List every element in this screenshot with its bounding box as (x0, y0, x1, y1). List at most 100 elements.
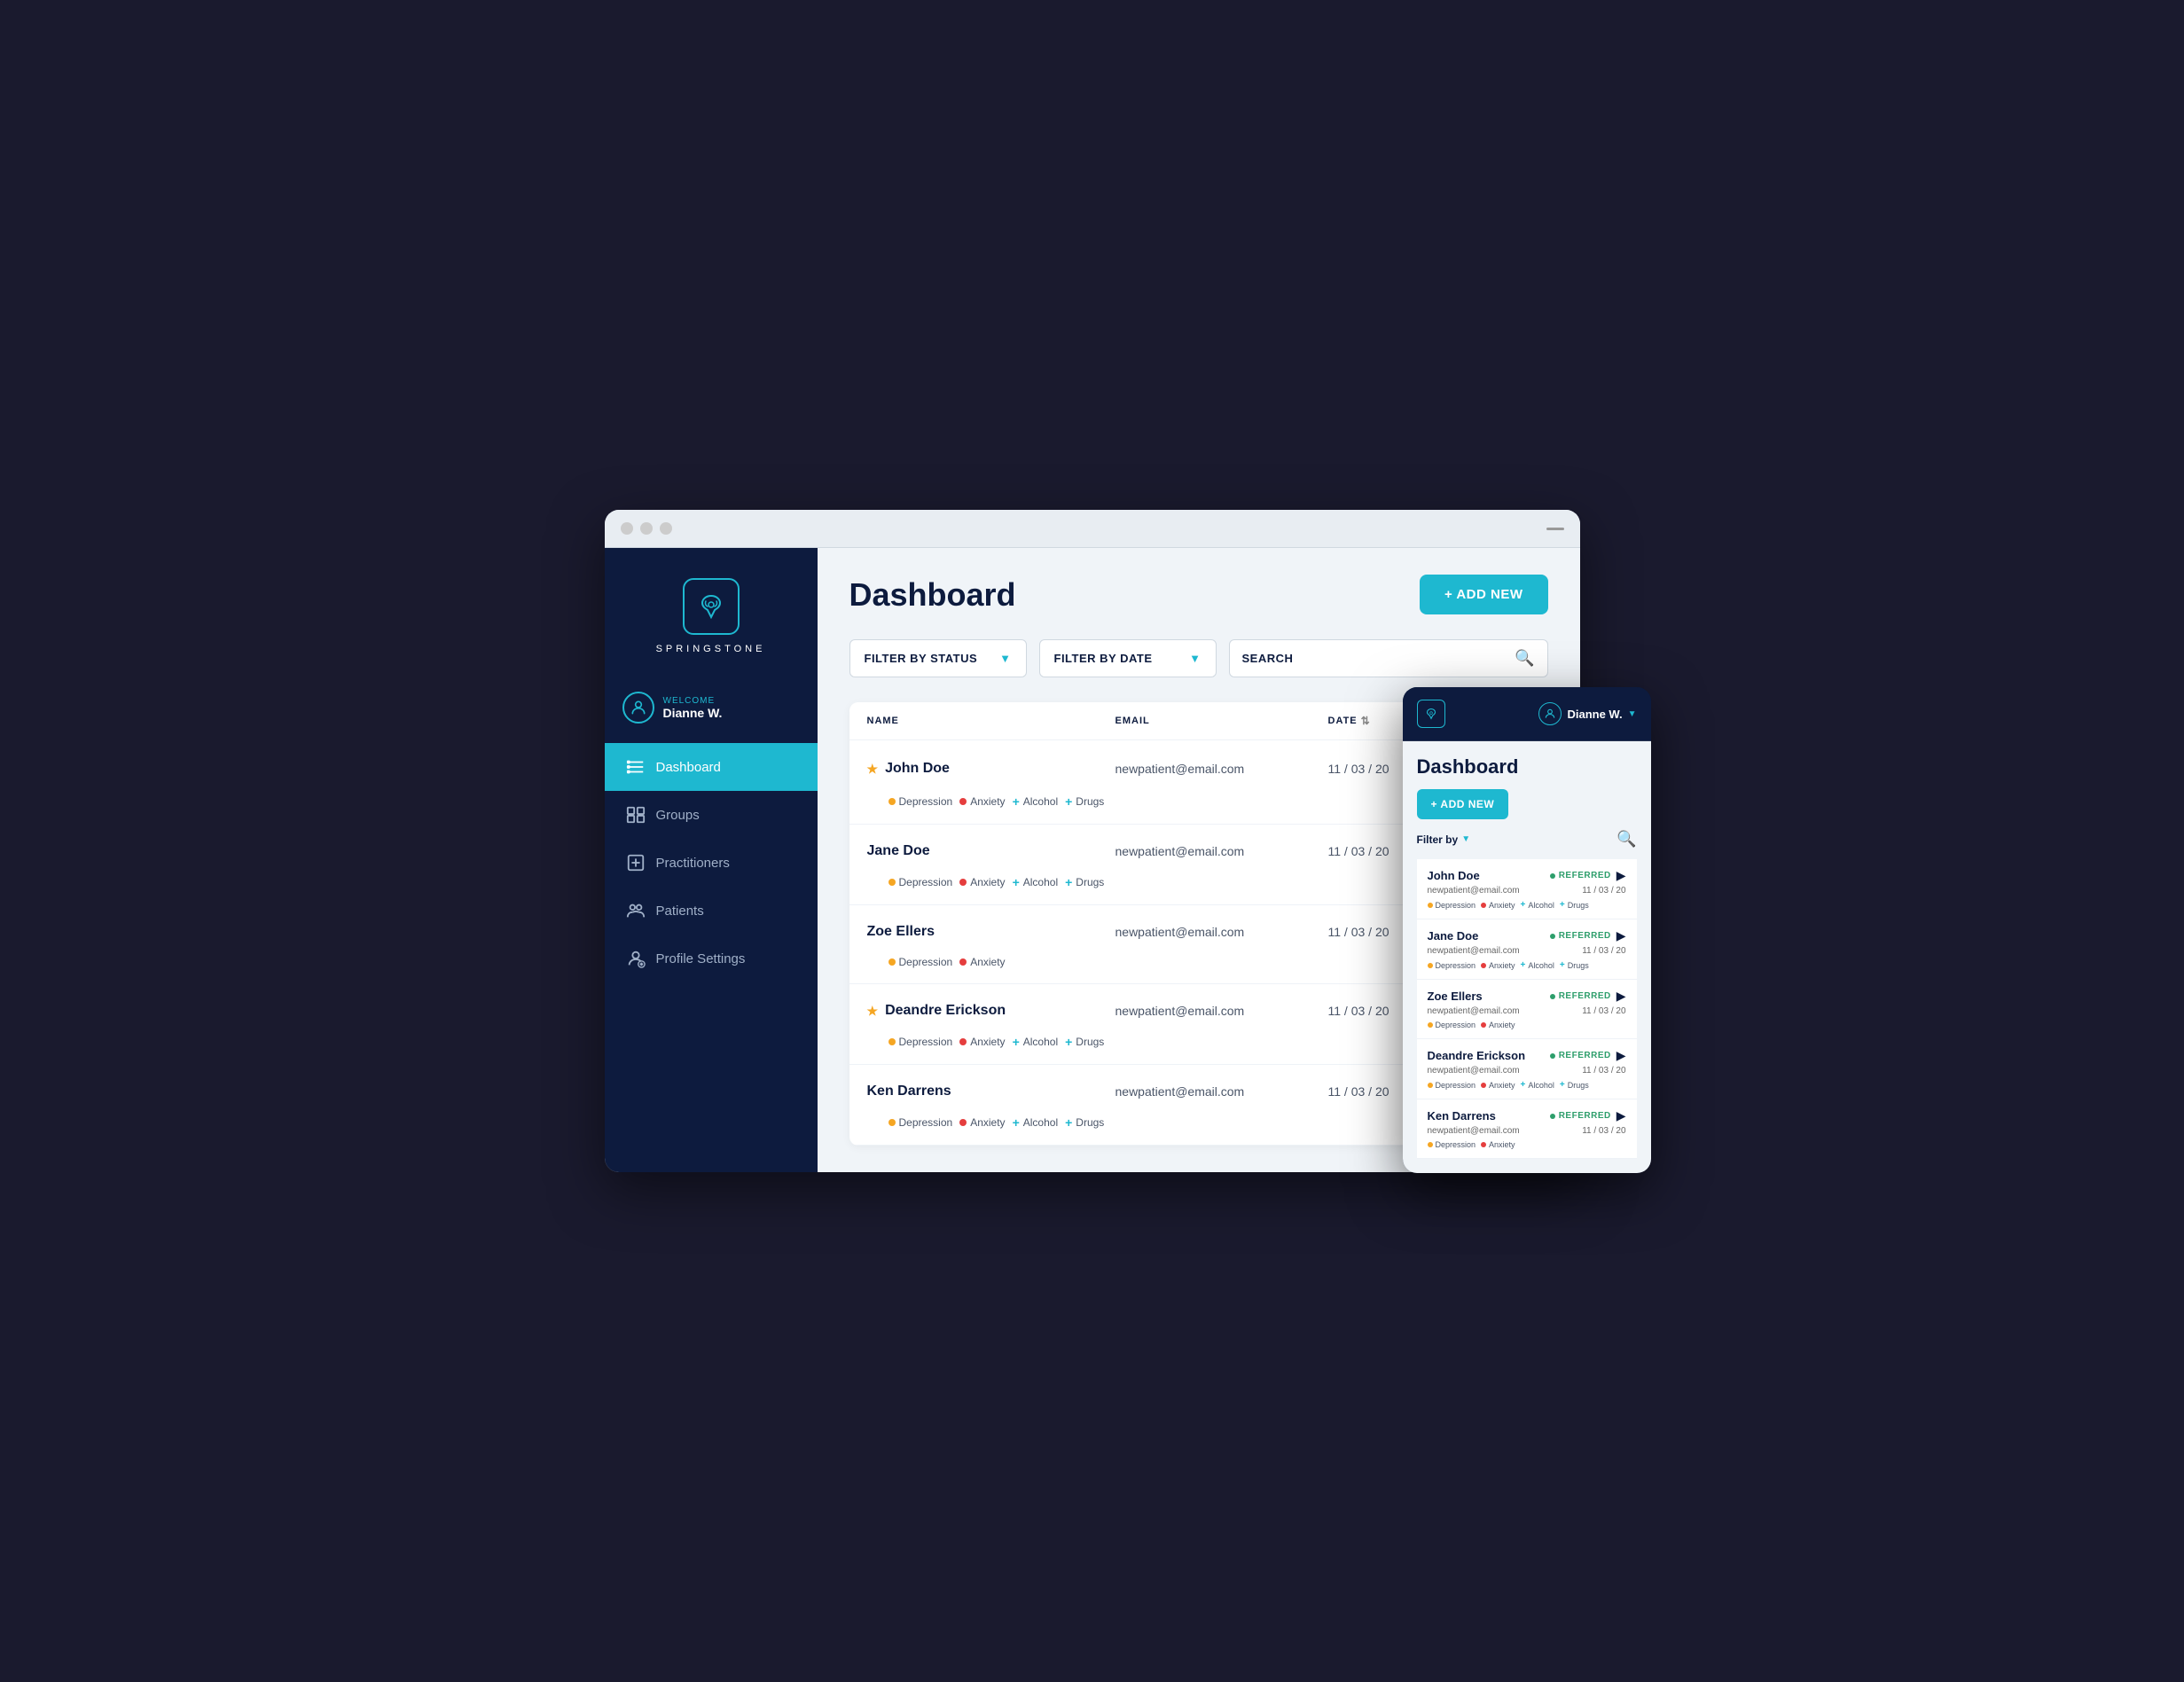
mobile-status-badge: REFERRED (1550, 1111, 1611, 1121)
patient-name: Zoe Ellers (867, 924, 1115, 940)
search-input[interactable] (1242, 652, 1515, 665)
mobile-status-dot (1550, 934, 1555, 939)
mobile-add-new-button[interactable]: + ADD NEW (1417, 789, 1509, 819)
mobile-status-badge: REFERRED (1550, 991, 1611, 1001)
tag-alcohol: + Alcohol (1013, 1113, 1059, 1132)
sidebar-item-dashboard-label: Dashboard (656, 760, 721, 775)
mobile-expand-icon[interactable]: ▶ (1616, 1048, 1626, 1063)
patient-name: Jane Doe (867, 843, 1115, 859)
sort-icon: ⇅ (1361, 715, 1371, 727)
sidebar-item-profile-settings[interactable]: Profile Settings (605, 935, 818, 982)
mobile-tag-plus-icon: + (1560, 960, 1565, 970)
mobile-tag-anxiety: Anxiety (1481, 960, 1515, 970)
mobile-patient-date: 11 / 03 / 20 (1582, 946, 1625, 956)
tag-plus-icon: + (1013, 875, 1020, 889)
mobile-list-item: Jane Doe REFERRED ▶ newpatient@email.com… (1417, 919, 1637, 980)
sidebar-item-patients[interactable]: Patients (605, 887, 818, 935)
tag-anxiety: Anxiety (959, 792, 1005, 811)
mobile-tag-depression: Depression (1428, 1080, 1476, 1090)
close-dot[interactable] (621, 522, 633, 535)
mobile-status-badge: REFERRED (1550, 1051, 1611, 1060)
mobile-expand-icon[interactable]: ▶ (1616, 868, 1626, 883)
mobile-tag-anxiety: Anxiety (1481, 1021, 1515, 1029)
mobile-patient-name: John Doe (1428, 869, 1480, 882)
sidebar-item-practitioners-label: Practitioners (656, 856, 730, 871)
mobile-user-area: Dianne W. ▼ (1538, 702, 1636, 725)
search-icon: 🔍 (1515, 649, 1534, 668)
mobile-tag-plus-icon: + (1521, 960, 1526, 970)
star-icon[interactable]: ★ (867, 1004, 879, 1019)
tag-plus-icon: + (1013, 1115, 1020, 1130)
tag-anxiety: Anxiety (959, 1113, 1005, 1132)
logo-area: SPRINGSTONE (605, 569, 818, 681)
mobile-tag-plus-icon: + (1560, 1080, 1565, 1090)
tag-dot-depression (888, 1119, 896, 1126)
mobile-row-mid: newpatient@email.com 11 / 03 / 20 (1428, 1126, 1626, 1136)
mobile-patient-name: Zoe Ellers (1428, 990, 1483, 1003)
patient-email: newpatient@email.com (1115, 762, 1328, 776)
patient-email: newpatient@email.com (1115, 925, 1328, 939)
tag-depression: Depression (888, 1113, 953, 1132)
tag-depression: Depression (888, 1032, 953, 1052)
sidebar-item-dashboard[interactable]: Dashboard (605, 743, 818, 791)
page-header: Dashboard + ADD NEW (849, 575, 1548, 614)
minimize-dot[interactable] (640, 522, 653, 535)
filter-date-select[interactable]: FILTER BY DATE ▼ (1039, 639, 1217, 677)
mobile-patient-date: 11 / 03 / 20 (1582, 1126, 1625, 1136)
mobile-tags: Depression Anxiety (1428, 1140, 1626, 1149)
mobile-filter-button[interactable]: Filter by ▼ (1417, 833, 1471, 846)
mobile-patient-date: 11 / 03 / 20 (1582, 1006, 1625, 1016)
tag-anxiety: Anxiety (959, 872, 1005, 892)
patient-email: newpatient@email.com (1115, 1004, 1328, 1018)
patient-name: Ken Darrens (867, 1084, 1115, 1099)
filter-status-select[interactable]: FILTER BY STATUS ▼ (849, 639, 1027, 677)
mobile-list-item: Zoe Ellers REFERRED ▶ newpatient@email.c… (1417, 980, 1637, 1039)
add-new-button[interactable]: + ADD NEW (1420, 575, 1548, 614)
mobile-expand-icon[interactable]: ▶ (1616, 1108, 1626, 1123)
mobile-row-mid: newpatient@email.com 11 / 03 / 20 (1428, 1006, 1626, 1016)
mobile-row-mid: newpatient@email.com 11 / 03 / 20 (1428, 886, 1626, 896)
mobile-tag-alcohol: + Alcohol (1521, 1080, 1554, 1090)
mobile-chevron-down-icon: ▼ (1461, 834, 1470, 844)
sidebar-item-practitioners[interactable]: Practitioners (605, 839, 818, 887)
patient-email: newpatient@email.com (1115, 844, 1328, 858)
mobile-tag-depression: Depression (1428, 960, 1476, 970)
mobile-tag-dot (1428, 1142, 1433, 1147)
mobile-search-icon[interactable]: 🔍 (1616, 830, 1636, 849)
mobile-patient-name: Ken Darrens (1428, 1109, 1496, 1123)
tag-drugs: + Drugs (1065, 792, 1104, 811)
patient-email: newpatient@email.com (1115, 1084, 1328, 1099)
mobile-list-item: John Doe REFERRED ▶ newpatient@email.com… (1417, 859, 1637, 919)
tag-dot-depression (888, 1038, 896, 1045)
sidebar-item-groups[interactable]: Groups (605, 791, 818, 839)
mobile-tag-plus-icon: + (1521, 900, 1526, 910)
mobile-tag-depression: Depression (1428, 1021, 1476, 1029)
mobile-expand-icon[interactable]: ▶ (1616, 989, 1626, 1004)
mobile-patient-email: newpatient@email.com (1428, 946, 1520, 956)
mobile-patient-name: Deandre Erickson (1428, 1049, 1526, 1062)
mobile-expand-icon[interactable]: ▶ (1616, 928, 1626, 943)
tag-drugs: + Drugs (1065, 1032, 1104, 1052)
search-box[interactable]: 🔍 (1229, 639, 1548, 677)
mobile-logo-icon (1417, 700, 1445, 728)
nav-items: Dashboard Groups (605, 743, 818, 1151)
tag-plus-icon: + (1065, 794, 1072, 809)
mobile-page-title: Dashboard (1417, 755, 1637, 778)
star-icon[interactable]: ★ (867, 762, 879, 777)
tag-dot-anxiety (959, 879, 967, 886)
tag-plus-icon: + (1013, 1035, 1020, 1049)
fullscreen-dot[interactable] (660, 522, 672, 535)
mobile-tag-anxiety: Anxiety (1481, 1080, 1515, 1090)
user-info: WELCOME Dianne W. (663, 696, 723, 720)
tag-anxiety: Anxiety (959, 953, 1005, 971)
tag-dot-depression (888, 798, 896, 805)
sidebar-user: WELCOME Dianne W. (605, 681, 818, 734)
mobile-overlay: Dianne W. ▼ Dashboard + ADD NEW Filter b… (1403, 687, 1651, 1173)
mobile-patient-list: John Doe REFERRED ▶ newpatient@email.com… (1417, 859, 1637, 1159)
mobile-content: Dashboard + ADD NEW Filter by ▼ 🔍 John D… (1403, 741, 1651, 1173)
mobile-filter-row: Filter by ▼ 🔍 (1417, 830, 1637, 849)
mobile-tag-drugs: + Drugs (1560, 1080, 1589, 1090)
tag-dot-depression (888, 879, 896, 886)
mobile-tag-anxiety: Anxiety (1481, 1140, 1515, 1149)
tag-anxiety: Anxiety (959, 1032, 1005, 1052)
